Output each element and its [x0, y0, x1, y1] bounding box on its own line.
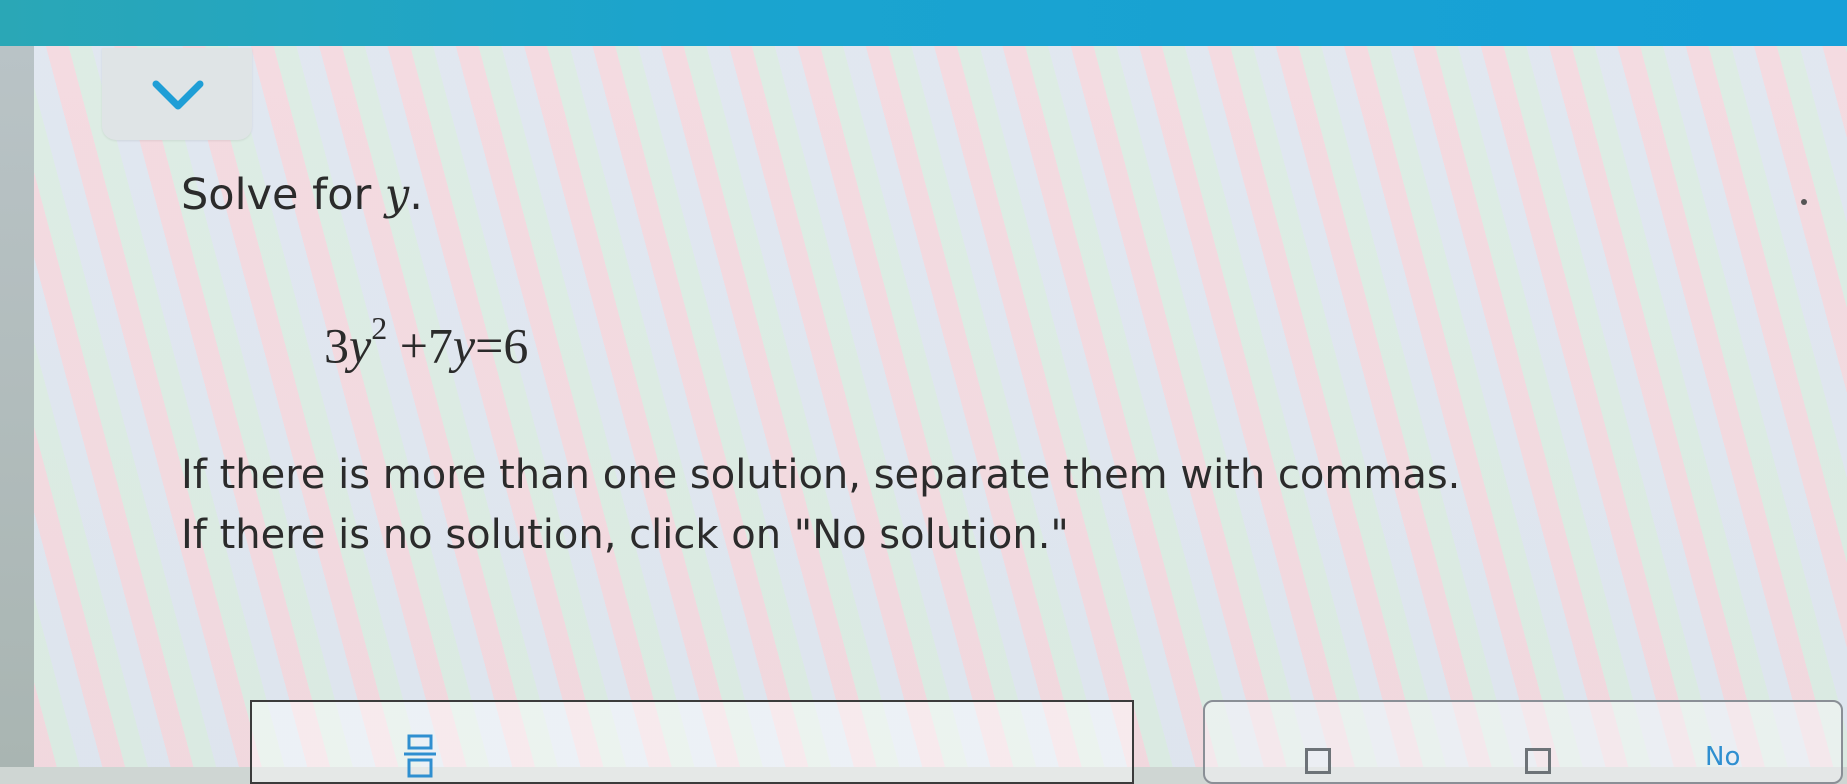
keypad: No [1203, 700, 1843, 784]
chevron-down-icon [152, 80, 204, 110]
equation-plus: + [399, 317, 428, 374]
prompt-variable: y [384, 170, 410, 220]
left-edge [0, 46, 34, 767]
prompt-prefix: Solve for [181, 170, 385, 220]
instruction-line-1: If there is more than one solution, sepa… [181, 452, 1461, 498]
prompt-suffix: . [409, 170, 423, 220]
equation-rhs: 6 [503, 317, 529, 374]
top-bar [0, 0, 1847, 46]
equation-coef2: 7 [427, 317, 453, 374]
instructions: If there is more than one solution, sepa… [181, 445, 1460, 565]
collapse-tab[interactable] [102, 48, 252, 140]
question-panel [34, 46, 1847, 767]
equation: 3y2 +7y=6 [324, 310, 529, 375]
equation-coef1: 3 [324, 317, 349, 374]
dot-marker [1801, 199, 1807, 205]
fraction-input-icon [404, 734, 436, 778]
equation-var2: y [452, 317, 476, 374]
no-solution-button[interactable]: No [1705, 742, 1740, 772]
instruction-line-2: If there is no solution, click on "No so… [181, 512, 1069, 558]
equation-exponent: 2 [371, 310, 388, 346]
equation-var1: y [349, 317, 372, 374]
square-key-icon[interactable] [1305, 748, 1331, 774]
square-key-icon[interactable] [1525, 748, 1551, 774]
answer-input[interactable] [250, 700, 1134, 784]
equation-equals: = [475, 317, 504, 374]
question-prompt: Solve for y. [181, 170, 423, 220]
